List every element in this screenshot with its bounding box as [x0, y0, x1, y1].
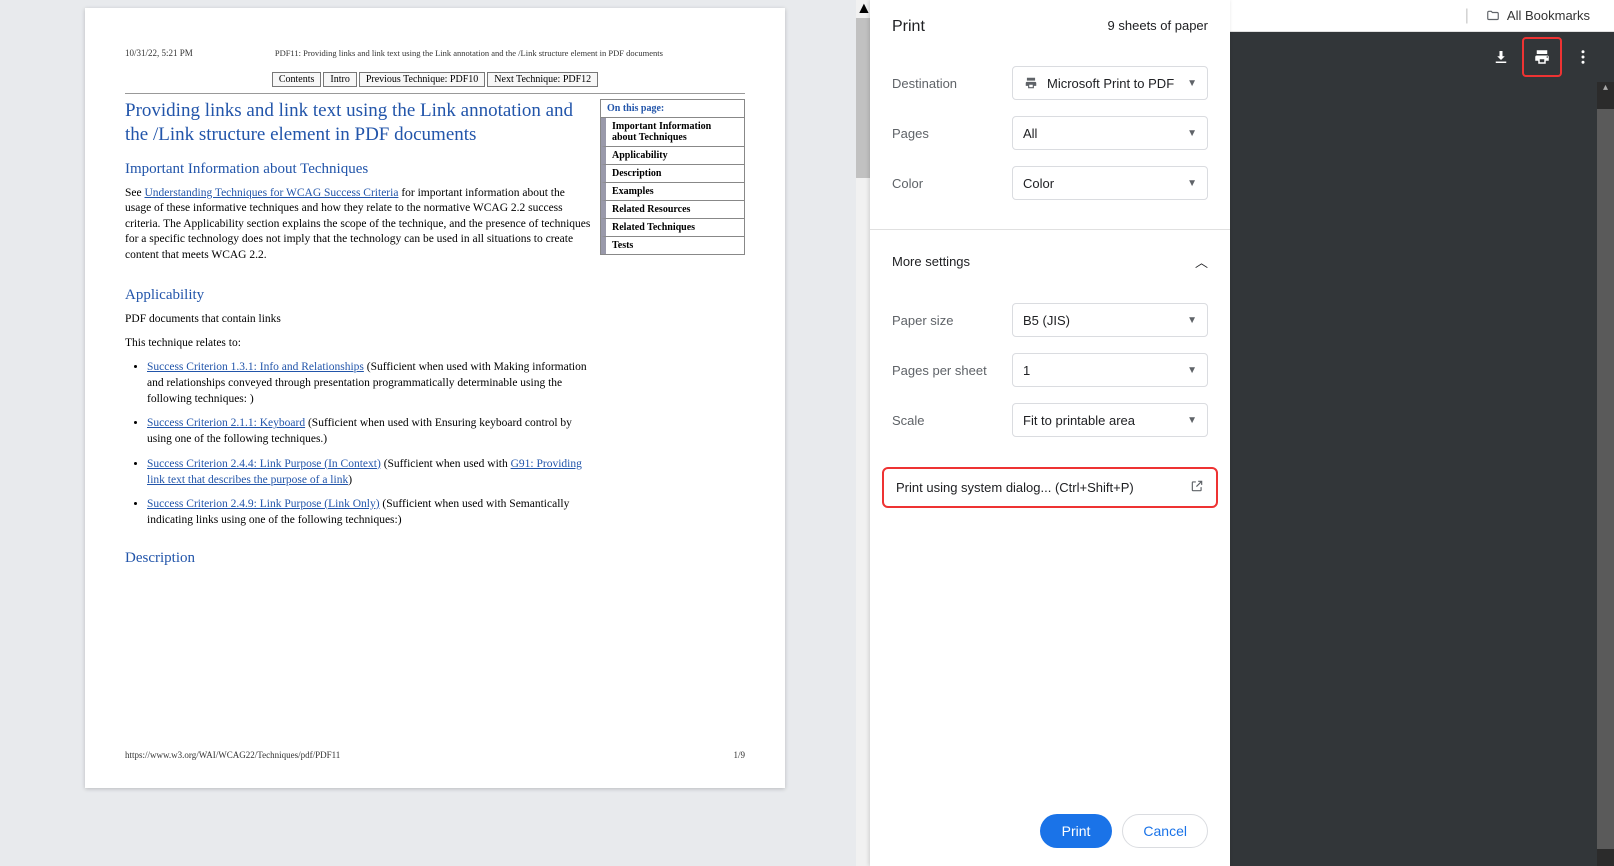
nav-prev: Previous Technique: PDF10	[359, 72, 485, 87]
print-toolbar-button[interactable]	[1525, 40, 1559, 74]
pps-select[interactable]: 1 ▼	[1012, 353, 1208, 387]
pages-select[interactable]: All ▼	[1012, 116, 1208, 150]
on-this-page-box: On this page: Important Information abou…	[600, 99, 745, 255]
bookmarks-label: All Bookmarks	[1507, 8, 1590, 23]
chevron-down-icon: ▼	[1187, 178, 1197, 189]
sheets-count: 9 sheets of paper	[1108, 18, 1208, 36]
chevron-down-icon: ▼	[1187, 78, 1197, 89]
nav-intro: Intro	[323, 72, 356, 87]
list-item: Success Criterion 1.3.1: Info and Relati…	[147, 359, 592, 407]
scroll-thumb[interactable]	[856, 18, 870, 178]
paper-value: B5 (JIS)	[1023, 313, 1070, 328]
destination-label: Destination	[892, 76, 1012, 91]
destination-value: Microsoft Print to PDF	[1047, 76, 1174, 91]
scale-label: Scale	[892, 413, 1012, 428]
bookmarks-bar: | All Bookmarks	[1229, 0, 1614, 32]
nav-next: Next Technique: PDF12	[487, 72, 598, 87]
list-item: Success Criterion 2.4.4: Link Purpose (I…	[147, 456, 592, 488]
paper-label: Paper size	[892, 313, 1012, 328]
print-button[interactable]: Print	[1040, 814, 1113, 848]
chevron-up-icon: ︿	[1195, 252, 1208, 271]
p-see: See Understanding Techniques for WCAG Su…	[125, 186, 592, 264]
chevron-down-icon: ▼	[1187, 415, 1197, 426]
print-icon	[1533, 48, 1551, 66]
more-settings-label: More settings	[892, 254, 970, 269]
nav-contents: Contents	[272, 72, 322, 87]
otp-item: Applicability	[601, 147, 744, 165]
footer-page: 1/9	[733, 750, 745, 760]
cancel-button[interactable]: Cancel	[1122, 814, 1208, 848]
p-pdf: PDF documents that contain links	[125, 312, 592, 328]
p-relates: This technique relates to:	[125, 336, 592, 352]
pages-label: Pages	[892, 126, 1012, 141]
h2-applicability: Applicability	[125, 287, 592, 304]
window-scrollbar[interactable]: ▴	[1597, 82, 1614, 866]
folder-icon	[1485, 9, 1501, 23]
color-select[interactable]: Color ▼	[1012, 166, 1208, 200]
otp-item: Description	[601, 165, 744, 183]
print-title: Print	[892, 18, 925, 36]
header-title: PDF11: Providing links and link text usi…	[193, 48, 745, 58]
h2-description: Description	[125, 550, 592, 567]
color-value: Color	[1023, 176, 1054, 191]
chevron-down-icon: ▼	[1187, 315, 1197, 326]
scale-value: Fit to printable area	[1023, 413, 1135, 428]
pdf-viewer-dark-body	[1229, 82, 1614, 866]
print-button-highlight	[1522, 37, 1562, 77]
destination-select[interactable]: Microsoft Print to PDF ▼	[1012, 66, 1208, 100]
doc-h1: Providing links and link text using the …	[125, 99, 592, 147]
otp-item: Related Resources	[601, 201, 744, 219]
otp-item: Related Techniques	[601, 219, 744, 237]
chevron-down-icon: ▼	[1187, 128, 1197, 139]
pps-value: 1	[1023, 363, 1030, 378]
page-header: 10/31/22, 5:21 PM PDF11: Providing links…	[125, 48, 745, 58]
link-sc131: Success Criterion 1.3.1: Info and Relati…	[147, 361, 364, 373]
link-sc211: Success Criterion 2.1.1: Keyboard	[147, 417, 305, 429]
system-dialog-link[interactable]: Print using system dialog... (Ctrl+Shift…	[882, 467, 1218, 508]
link-sc244: Success Criterion 2.4.4: Link Purpose (I…	[147, 458, 381, 470]
pdf-viewer-toolbar	[1229, 32, 1614, 82]
print-preview-pane: 10/31/22, 5:21 PM PDF11: Providing links…	[0, 0, 870, 866]
download-button[interactable]	[1484, 40, 1518, 74]
printer-icon	[1023, 75, 1039, 91]
system-dialog-text: Print using system dialog... (Ctrl+Shift…	[896, 480, 1134, 495]
otp-item: Examples	[601, 183, 744, 201]
paper-select[interactable]: B5 (JIS) ▼	[1012, 303, 1208, 337]
criteria-list: Success Criterion 1.3.1: Info and Relati…	[147, 359, 592, 528]
otp-header: On this page:	[601, 100, 744, 118]
more-settings-toggle[interactable]: More settings ︿	[870, 240, 1230, 283]
external-link-icon	[1190, 479, 1204, 496]
otp-item: Tests	[601, 237, 744, 254]
doc-nav: Contents Intro Previous Technique: PDF10…	[125, 72, 745, 87]
header-date: 10/31/22, 5:21 PM	[125, 48, 193, 58]
all-bookmarks-button[interactable]: All Bookmarks	[1477, 4, 1598, 27]
preview-page: 10/31/22, 5:21 PM PDF11: Providing links…	[85, 8, 785, 788]
color-label: Color	[892, 176, 1012, 191]
scroll-thumb[interactable]	[1597, 109, 1614, 849]
h2-important: Important Information about Techniques	[125, 161, 592, 178]
list-item: Success Criterion 2.4.9: Link Purpose (L…	[147, 496, 592, 528]
more-menu-button[interactable]	[1566, 40, 1600, 74]
kebab-icon	[1574, 48, 1592, 66]
otp-item: Important Information about Techniques	[601, 118, 744, 147]
link-sc249: Success Criterion 2.4.9: Link Purpose (L…	[147, 498, 380, 510]
print-dialog: Print 9 sheets of paper Destination Micr…	[870, 0, 1230, 866]
page-footer: https://www.w3.org/WAI/WCAG22/Techniques…	[125, 750, 745, 760]
preview-scrollbar[interactable]: ▲	[856, 0, 870, 866]
footer-url: https://www.w3.org/WAI/WCAG22/Techniques…	[125, 750, 340, 760]
list-item: Success Criterion 2.1.1: Keyboard (Suffi…	[147, 415, 592, 447]
pps-label: Pages per sheet	[892, 363, 1012, 378]
link-understanding: Understanding Techniques for WCAG Succes…	[144, 187, 398, 199]
download-icon	[1492, 48, 1510, 66]
scale-select[interactable]: Fit to printable area ▼	[1012, 403, 1208, 437]
chevron-down-icon: ▼	[1187, 365, 1197, 376]
pages-value: All	[1023, 126, 1037, 141]
